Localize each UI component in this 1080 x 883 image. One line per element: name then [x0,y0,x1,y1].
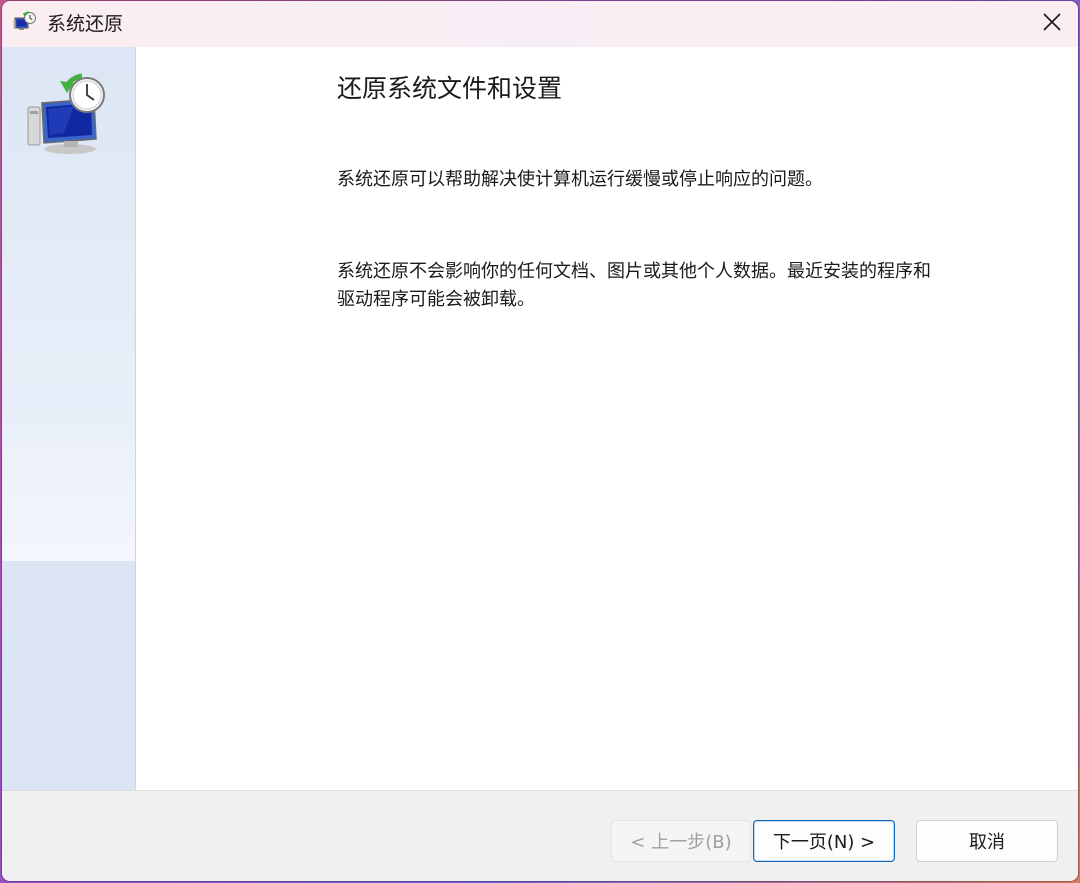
next-button[interactable]: 下一页(N) > [753,820,895,862]
description-paragraph-2-line-1: 系统还原不会影响你的任何文档、图片或其他个人数据。最近安装的程序和 [337,261,931,282]
cancel-button[interactable]: 取消 [916,820,1058,862]
close-button[interactable] [1026,1,1078,47]
description-paragraph-2-line-2: 驱动程序可能会被卸载。 [337,289,535,310]
wizard-content: 还原系统文件和设置 系统还原可以帮助解决使计算机运行缓慢或停止响应的问题。 系统… [136,47,1078,790]
page-title: 还原系统文件和设置 [337,74,563,103]
close-icon [1043,13,1061,35]
window-title: 系统还原 [47,13,124,35]
system-restore-window: 系统还原 还原系统文件和设置 系统还原可以帮助解决使计算机运行缓慢或停止响应的问… [2,1,1078,881]
title-bar[interactable]: 系统还原 [2,1,1078,47]
sidebar-lower-band [2,561,135,790]
wizard-sidebar [2,47,136,790]
system-restore-icon [13,11,37,35]
wizard-footer: < 上一步(B) 下一页(N) > 取消 [2,790,1078,881]
description-paragraph-2: 系统还原不会影响你的任何文档、图片或其他个人数据。最近安装的程序和 驱动程序可能… [337,258,1017,314]
system-restore-large-icon [24,73,110,159]
back-button: < 上一步(B) [611,820,751,862]
description-paragraph-1: 系统还原可以帮助解决使计算机运行缓慢或停止响应的问题。 [337,169,823,190]
